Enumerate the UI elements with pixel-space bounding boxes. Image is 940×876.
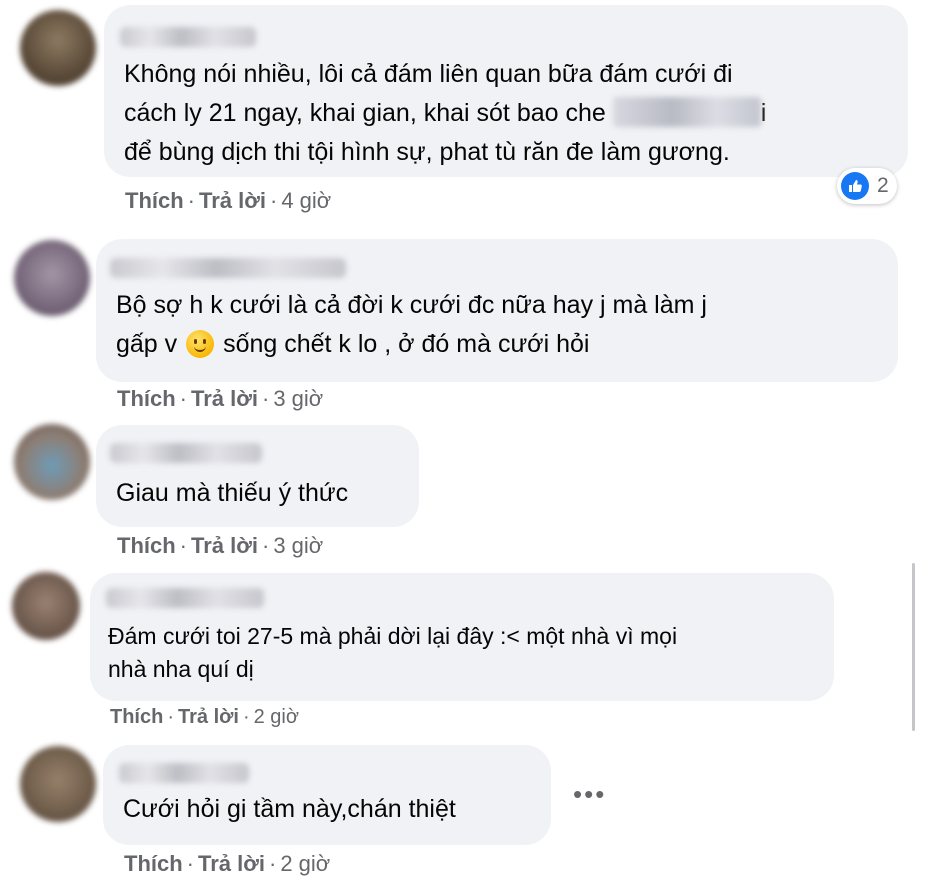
comment-text: Giau mà thiếu ý thức — [116, 479, 349, 507]
comment-line: Không nói nhiều, lôi cả đám liên quan bữ… — [124, 60, 733, 88]
timestamp[interactable]: 2 giờ — [254, 706, 299, 728]
comment-actions: Thích · Trả lời · 2 giờ — [124, 851, 331, 876]
reaction-count: 2 — [877, 174, 889, 197]
thumbs-up-icon — [841, 172, 869, 200]
comment-text: Đám cưới toi 27-5 mà phải dời lại đây :<… — [108, 620, 677, 686]
timestamp[interactable]: 3 giờ — [273, 386, 323, 411]
comment-text: Không nói nhiều, lôi cả đám liên quan bữ… — [124, 55, 766, 172]
like-link[interactable]: Thích — [110, 706, 163, 728]
comment-text: Cưới hỏi gi tầm này,chán thiệt — [123, 795, 456, 823]
avatar[interactable] — [12, 572, 80, 640]
avatar[interactable] — [14, 424, 90, 500]
comment-line: cách ly 21 ngay, khai gian, khai sót bao… — [124, 97, 767, 127]
reply-link[interactable]: Trả lời — [198, 851, 265, 876]
comment-line: nhà nha quí dị — [108, 656, 254, 682]
author-name-redacted[interactable] — [110, 258, 346, 278]
comment-actions: Thích · Trả lời · 3 giờ — [117, 386, 324, 411]
comment-line: Đám cưới toi 27-5 mà phải dời lại đây :<… — [108, 623, 678, 649]
timestamp[interactable]: 2 giờ — [280, 851, 330, 876]
like-link[interactable]: Thích — [117, 386, 176, 411]
comment-line: để bùng dịch thi tội hình sự, phat tù ră… — [124, 138, 730, 166]
author-name-redacted[interactable] — [120, 27, 256, 47]
comment-actions: Thích · Trả lời · 4 giờ — [125, 188, 332, 213]
avatar[interactable] — [20, 746, 96, 822]
reply-link[interactable]: Trả lời — [178, 706, 239, 728]
more-options-button[interactable]: ••• — [573, 781, 606, 807]
timestamp[interactable]: 3 giờ — [273, 533, 323, 558]
avatar[interactable] — [20, 10, 96, 86]
reply-link[interactable]: Trả lời — [191, 386, 258, 411]
author-name-redacted[interactable] — [110, 443, 262, 463]
timestamp[interactable]: 4 giờ — [281, 188, 331, 213]
reply-link[interactable]: Trả lời — [199, 188, 266, 213]
comment-line: Bộ sợ h k cưới là cả đời k cưới đc nữa h… — [116, 291, 707, 319]
comment-actions: Thích · Trả lời · 3 giờ — [117, 533, 324, 558]
scrollbar[interactable] — [912, 563, 915, 731]
comment-line: gấp v sống chết k lo , ở đó mà cưới hỏi — [116, 330, 590, 358]
smile-emoji-icon — [186, 330, 215, 358]
comment-actions: Thích · Trả lời · 2 giờ — [110, 706, 299, 728]
avatar[interactable] — [14, 240, 90, 316]
reply-link[interactable]: Trả lời — [191, 533, 258, 558]
reaction-count-badge[interactable]: 2 — [837, 168, 897, 204]
like-link[interactable]: Thích — [124, 851, 183, 876]
author-name-redacted[interactable] — [106, 588, 264, 608]
like-link[interactable]: Thích — [125, 188, 184, 213]
author-name-redacted[interactable] — [119, 763, 249, 783]
comment-text: Bộ sợ h k cưới là cả đời k cưới đc nữa h… — [116, 286, 707, 364]
redacted-text — [612, 97, 761, 127]
like-link[interactable]: Thích — [117, 533, 176, 558]
